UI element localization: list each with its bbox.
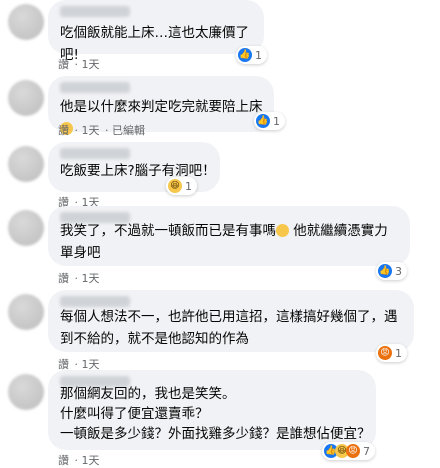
reaction-summary[interactable]: 👍 😆 😡 7 — [322, 442, 375, 460]
thumbs-up-icon: 👍 — [238, 48, 252, 62]
comment-text: 那個網友回的，我也是笑笑。 什麼叫得了便宜還賣乖？ 一頓飯是多少錢？外面找雞多少… — [60, 386, 371, 442]
comment-text: 每個人想法不一，也許他已用這招，這樣搞好幾個了，遇 到不給的，就不是他認知的作為 — [60, 309, 398, 347]
reaction-count: 1 — [395, 346, 402, 360]
angry-face-icon: 😡 — [378, 346, 392, 360]
timestamp[interactable]: 1天 — [82, 272, 100, 285]
reaction-count: 1 — [273, 114, 280, 128]
thumbs-up-icon: 👍 — [256, 114, 270, 128]
reaction-count: 1 — [255, 48, 262, 62]
timestamp[interactable]: 1天 — [82, 58, 100, 71]
comment-text: 我笑了，不過就一頓飯而已是有事嗎 他就繼續憑實力 單身吧 — [60, 223, 388, 261]
avatar[interactable] — [8, 80, 44, 116]
reaction-summary[interactable]: 😡 1 — [376, 344, 407, 362]
reaction-count: 1 — [185, 179, 192, 193]
reaction-count: 7 — [363, 444, 370, 458]
edited-label[interactable]: 已編輯 — [112, 124, 145, 137]
avatar[interactable] — [8, 4, 44, 40]
grimacing-face-icon — [276, 224, 289, 237]
commenter-name-blurred[interactable] — [60, 82, 130, 93]
avatar[interactable] — [8, 294, 44, 330]
reaction-summary[interactable]: 😆 1 — [166, 177, 197, 195]
comment-actions: 讚 · 1天 · 已編輯 — [58, 124, 145, 137]
like-link[interactable]: 讚 — [58, 454, 69, 467]
comment-bubble: 我笑了，不過就一頓飯而已是有事嗎 他就繼續憑實力 單身吧 — [48, 206, 410, 266]
comment-bubble: 每個人想法不一，也許他已用這招，這樣搞好幾個了，遇 到不給的，就不是他認知的作為 — [48, 290, 414, 352]
like-link[interactable]: 讚 — [58, 58, 69, 71]
like-link[interactable]: 讚 — [58, 272, 69, 285]
comment-bubble: 那個網友回的，我也是笑笑。 什麼叫得了便宜還賣乖？ 一頓飯是多少錢？外面找雞多少… — [48, 370, 376, 450]
reaction-summary[interactable]: 👍 1 — [254, 112, 285, 130]
reaction-summary[interactable]: 👍 1 — [236, 46, 267, 64]
timestamp[interactable]: 1天 — [82, 124, 100, 137]
comment-actions: 讚 · 1天 — [58, 58, 100, 71]
comment-actions: 讚 · 1天 — [58, 272, 100, 285]
comment-actions: 讚 · 1天 — [58, 454, 100, 467]
comment-bubble: 吃個飯就能上床…這也太廉價了吧! — [48, 0, 264, 63]
timestamp[interactable]: 1天 — [82, 454, 100, 467]
angry-face-icon: 😡 — [346, 444, 360, 458]
thumbs-up-icon: 👍 — [378, 264, 392, 278]
avatar[interactable] — [8, 374, 44, 410]
avatar[interactable] — [8, 210, 44, 246]
reaction-summary[interactable]: 👍 3 — [376, 262, 407, 280]
avatar[interactable] — [8, 146, 44, 182]
like-link[interactable]: 讚 — [58, 124, 69, 137]
commenter-name-blurred[interactable] — [60, 148, 130, 159]
commenter-name-blurred[interactable] — [60, 6, 130, 17]
reaction-count: 3 — [395, 264, 402, 278]
laughing-face-icon: 😆 — [168, 179, 182, 193]
